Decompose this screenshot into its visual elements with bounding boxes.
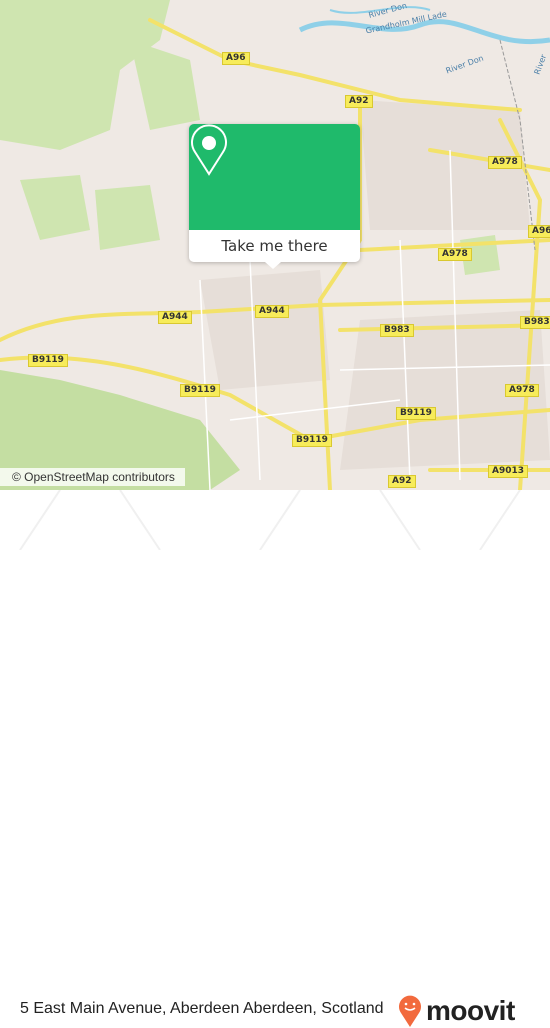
road-label: B9119	[28, 354, 68, 367]
popup-header	[189, 124, 360, 230]
road-label: A944	[158, 311, 192, 324]
road-label: B983	[380, 324, 414, 337]
map-pin-icon	[191, 124, 227, 176]
road-label: A96	[528, 225, 550, 238]
road-label: A96	[222, 52, 250, 65]
road-label: A92	[345, 95, 373, 108]
road-label: A978	[488, 156, 522, 169]
road-label: A978	[438, 248, 472, 261]
map-attribution[interactable]: © OpenStreetMap contributors	[0, 468, 185, 486]
road-label: A92	[388, 475, 416, 488]
road-label: B983	[520, 316, 550, 329]
road-label: B9119	[396, 407, 436, 420]
footer: 5 East Main Avenue, Aberdeen Aberdeen, S…	[0, 490, 550, 1027]
road-label: A944	[255, 305, 289, 318]
footer-background-pattern	[19, 490, 521, 550]
popup-pointer	[265, 262, 281, 269]
address-text: 5 East Main Avenue, Aberdeen Aberdeen, S…	[20, 1000, 384, 1017]
moovit-logo[interactable]: moovit	[398, 994, 515, 1028]
brand-name: moovit	[426, 995, 515, 1026]
take-me-there-button[interactable]: Take me there	[189, 230, 360, 262]
location-popup: Take me there	[189, 124, 360, 269]
road-label: B9119	[180, 384, 220, 397]
road-label: B9119	[292, 434, 332, 447]
road-label: A9013	[488, 465, 529, 478]
map[interactable]: A96 A92 A978 A96 A978 A944 A944 B983 B98…	[0, 0, 550, 490]
road-label: A978	[505, 384, 539, 397]
moovit-pin-icon	[399, 995, 421, 1027]
